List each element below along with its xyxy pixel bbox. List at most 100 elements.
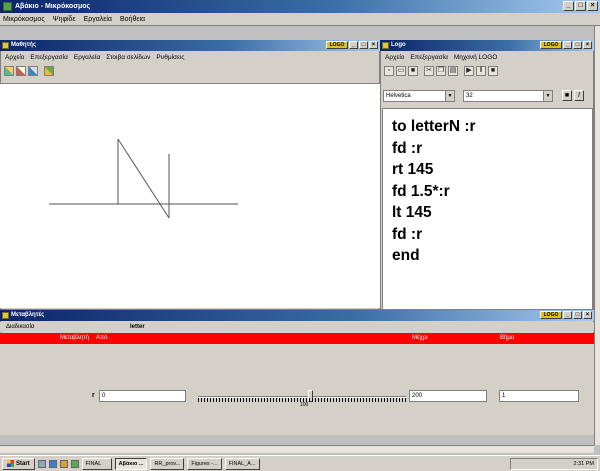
variables-header: Διαδικασία letter <box>0 322 594 332</box>
variables-column-header: Μεταβλητή Από Μέχρι Βήμα <box>0 333 594 344</box>
code-line: fd 1.5*:r <box>392 182 450 200</box>
graphics-menu-edit[interactable]: Επεξεργασία <box>30 52 67 63</box>
close-button[interactable]: × <box>587 1 598 11</box>
minimize-button[interactable]: _ <box>563 1 574 11</box>
taskbar-button-rr-prov[interactable]: RR_prov... <box>150 457 185 470</box>
app-title-bar[interactable]: Αβάκιο - Μικρόκοσμος _ □ × <box>0 0 600 13</box>
code-line: to letterN :r <box>392 118 476 135</box>
grid-icon[interactable] <box>4 66 14 76</box>
chevron-down-icon[interactable]: ▼ <box>543 91 552 101</box>
pause-icon[interactable]: ‖ <box>476 66 486 76</box>
taskbar-button-figures[interactable]: Figures -... <box>187 457 222 470</box>
code-line: lt 145 <box>392 204 432 221</box>
column-step: Βήμα <box>500 335 515 341</box>
slider-value-label: 100 <box>300 402 309 408</box>
main-menu-bar: Μικρόκοσμος Ψηφίδε Εργαλεία Βοήθεια <box>0 13 600 26</box>
open-folder-icon[interactable]: ▭ <box>396 66 406 76</box>
logo-window-title: Logo <box>391 42 406 48</box>
folder-icon[interactable] <box>59 459 68 468</box>
step-value-input[interactable]: 1 <box>499 390 579 402</box>
graphics-minimize-button[interactable]: _ <box>349 41 358 49</box>
save-icon[interactable]: ■ <box>408 66 418 76</box>
system-tray: 2:31 PM <box>510 458 598 470</box>
taskbar-button-final[interactable]: FINAL <box>81 457 112 470</box>
font-size-value: 32 <box>466 93 473 99</box>
graphics-window-title: Μαθητής <box>11 42 37 48</box>
browser-icon[interactable] <box>48 459 57 468</box>
vertical-scrollbar[interactable] <box>594 26 600 445</box>
start-label: Start <box>16 460 30 467</box>
copy-icon[interactable]: ❐ <box>436 66 446 76</box>
variables-close-button[interactable]: × <box>583 311 592 319</box>
taskbar-button-avakio[interactable]: Αβάκιο ... <box>114 457 148 470</box>
picture-icon[interactable] <box>28 66 38 76</box>
turtle-drawing <box>49 138 238 219</box>
app-window: Αβάκιο - Μικρόκοσμος _ □ × Μικρόκοσμος Ψ… <box>0 0 600 471</box>
menu-item-microcosm[interactable]: Μικρόκοσμος <box>3 13 45 25</box>
font-name-select[interactable]: Helvetica ▼ <box>383 90 455 102</box>
logo-menu-edit[interactable]: Επεξεργασία <box>410 52 447 63</box>
logo-menu-engine[interactable]: Μηχανή LOGO <box>454 52 497 63</box>
code-line: fd :r <box>392 139 423 157</box>
code-line: end <box>392 247 420 264</box>
taskbar-button-final-a[interactable]: FINAL_A... <box>224 457 260 470</box>
logo-toolbar: ▫ ▭ ■ ✂ ❐ ▤ ▶ ‖ ■ <box>381 64 593 78</box>
graphics-menu-bar: Αρχείο Επεξεργασία Εργαλεία Στοιβα σελίδ… <box>1 52 379 63</box>
variables-minimize-button[interactable]: _ <box>563 311 572 319</box>
app-shortcut-icon[interactable] <box>70 459 79 468</box>
font-size-select[interactable]: 32 ▼ <box>463 90 553 102</box>
menu-item-tools[interactable]: Εργαλεία <box>84 13 112 25</box>
logo-menu-bar: Αρχείο Επεξεργασία Μηχανή LOGO <box>381 52 593 63</box>
menu-item-tiles[interactable]: Ψηφίδε <box>53 13 76 25</box>
window-icon <box>2 312 9 319</box>
logo-maximize-button[interactable]: □ <box>573 41 582 49</box>
column-to: Μέχρι <box>412 335 428 341</box>
cut-icon[interactable]: ✂ <box>424 66 434 76</box>
run-icon[interactable]: ▶ <box>464 66 474 76</box>
graphics-maximize-button[interactable]: □ <box>359 41 368 49</box>
menu-item-help[interactable]: Βοήθεια <box>120 13 145 25</box>
window-icon <box>382 42 389 49</box>
variable-name-label: r <box>92 392 95 399</box>
graphics-menu-settings[interactable]: Ρυθμίσεις <box>156 52 184 63</box>
graphics-menu-tools[interactable]: Εργαλεία <box>74 52 100 63</box>
graphics-toolbar <box>1 64 379 78</box>
maximize-button[interactable]: □ <box>575 1 586 11</box>
logo-code-editor[interactable]: to letterN :r fd :r rt 145 fd 1.5*:r lt … <box>382 108 593 310</box>
graphics-close-button[interactable]: × <box>369 41 378 49</box>
chevron-down-icon[interactable]: ▼ <box>445 91 454 101</box>
letter-n-diagonal-stroke <box>117 138 170 219</box>
horizontal-scrollbar[interactable] <box>0 445 594 453</box>
new-file-icon[interactable]: ▫ <box>384 66 394 76</box>
logo-badge-icon[interactable]: LOGO <box>540 311 562 319</box>
logo-close-button[interactable]: × <box>583 41 592 49</box>
app-icon <box>3 2 12 11</box>
column-variable: Μεταβλητή <box>60 335 89 341</box>
paste-icon[interactable]: ▤ <box>448 66 458 76</box>
logo-badge-icon[interactable]: LOGO <box>540 41 562 49</box>
variables-maximize-button[interactable]: □ <box>573 311 582 319</box>
desktop-icon[interactable] <box>37 459 46 468</box>
stop-icon[interactable]: ■ <box>488 66 498 76</box>
bold-button[interactable]: ■ <box>562 90 572 101</box>
procedure-name: letter <box>130 324 145 330</box>
paint-icon[interactable] <box>16 66 26 76</box>
logo-window-title-bar[interactable]: Logo LOGO _ □ × <box>380 40 594 51</box>
app-title: Αβάκιο - Μικρόκοσμος <box>15 3 91 10</box>
logo-minimize-button[interactable]: _ <box>563 41 572 49</box>
clock[interactable]: 2:31 PM <box>574 461 594 467</box>
palette-icon[interactable] <box>44 66 54 76</box>
graphics-window-title-bar[interactable]: Μαθητής LOGO _ □ × <box>0 40 380 51</box>
logo-menu-file[interactable]: Αρχείο <box>385 52 404 63</box>
to-value-input[interactable]: 200 <box>409 390 487 402</box>
logo-badge-icon[interactable]: LOGO <box>326 41 348 49</box>
start-button[interactable]: Start <box>2 457 35 470</box>
graphics-menu-pages[interactable]: Στοιβα σελίδων <box>106 52 150 63</box>
graphics-menu-file[interactable]: Αρχείο <box>5 52 24 63</box>
from-value-input[interactable]: 0 <box>99 390 186 402</box>
variables-window-title-bar[interactable]: Μεταβλητές LOGO _ □ × <box>0 310 594 321</box>
turtle-canvas[interactable] <box>0 83 380 308</box>
italic-button[interactable]: I <box>574 90 584 101</box>
procedure-label: Διαδικασία <box>6 324 35 330</box>
font-name-value: Helvetica <box>386 93 411 99</box>
